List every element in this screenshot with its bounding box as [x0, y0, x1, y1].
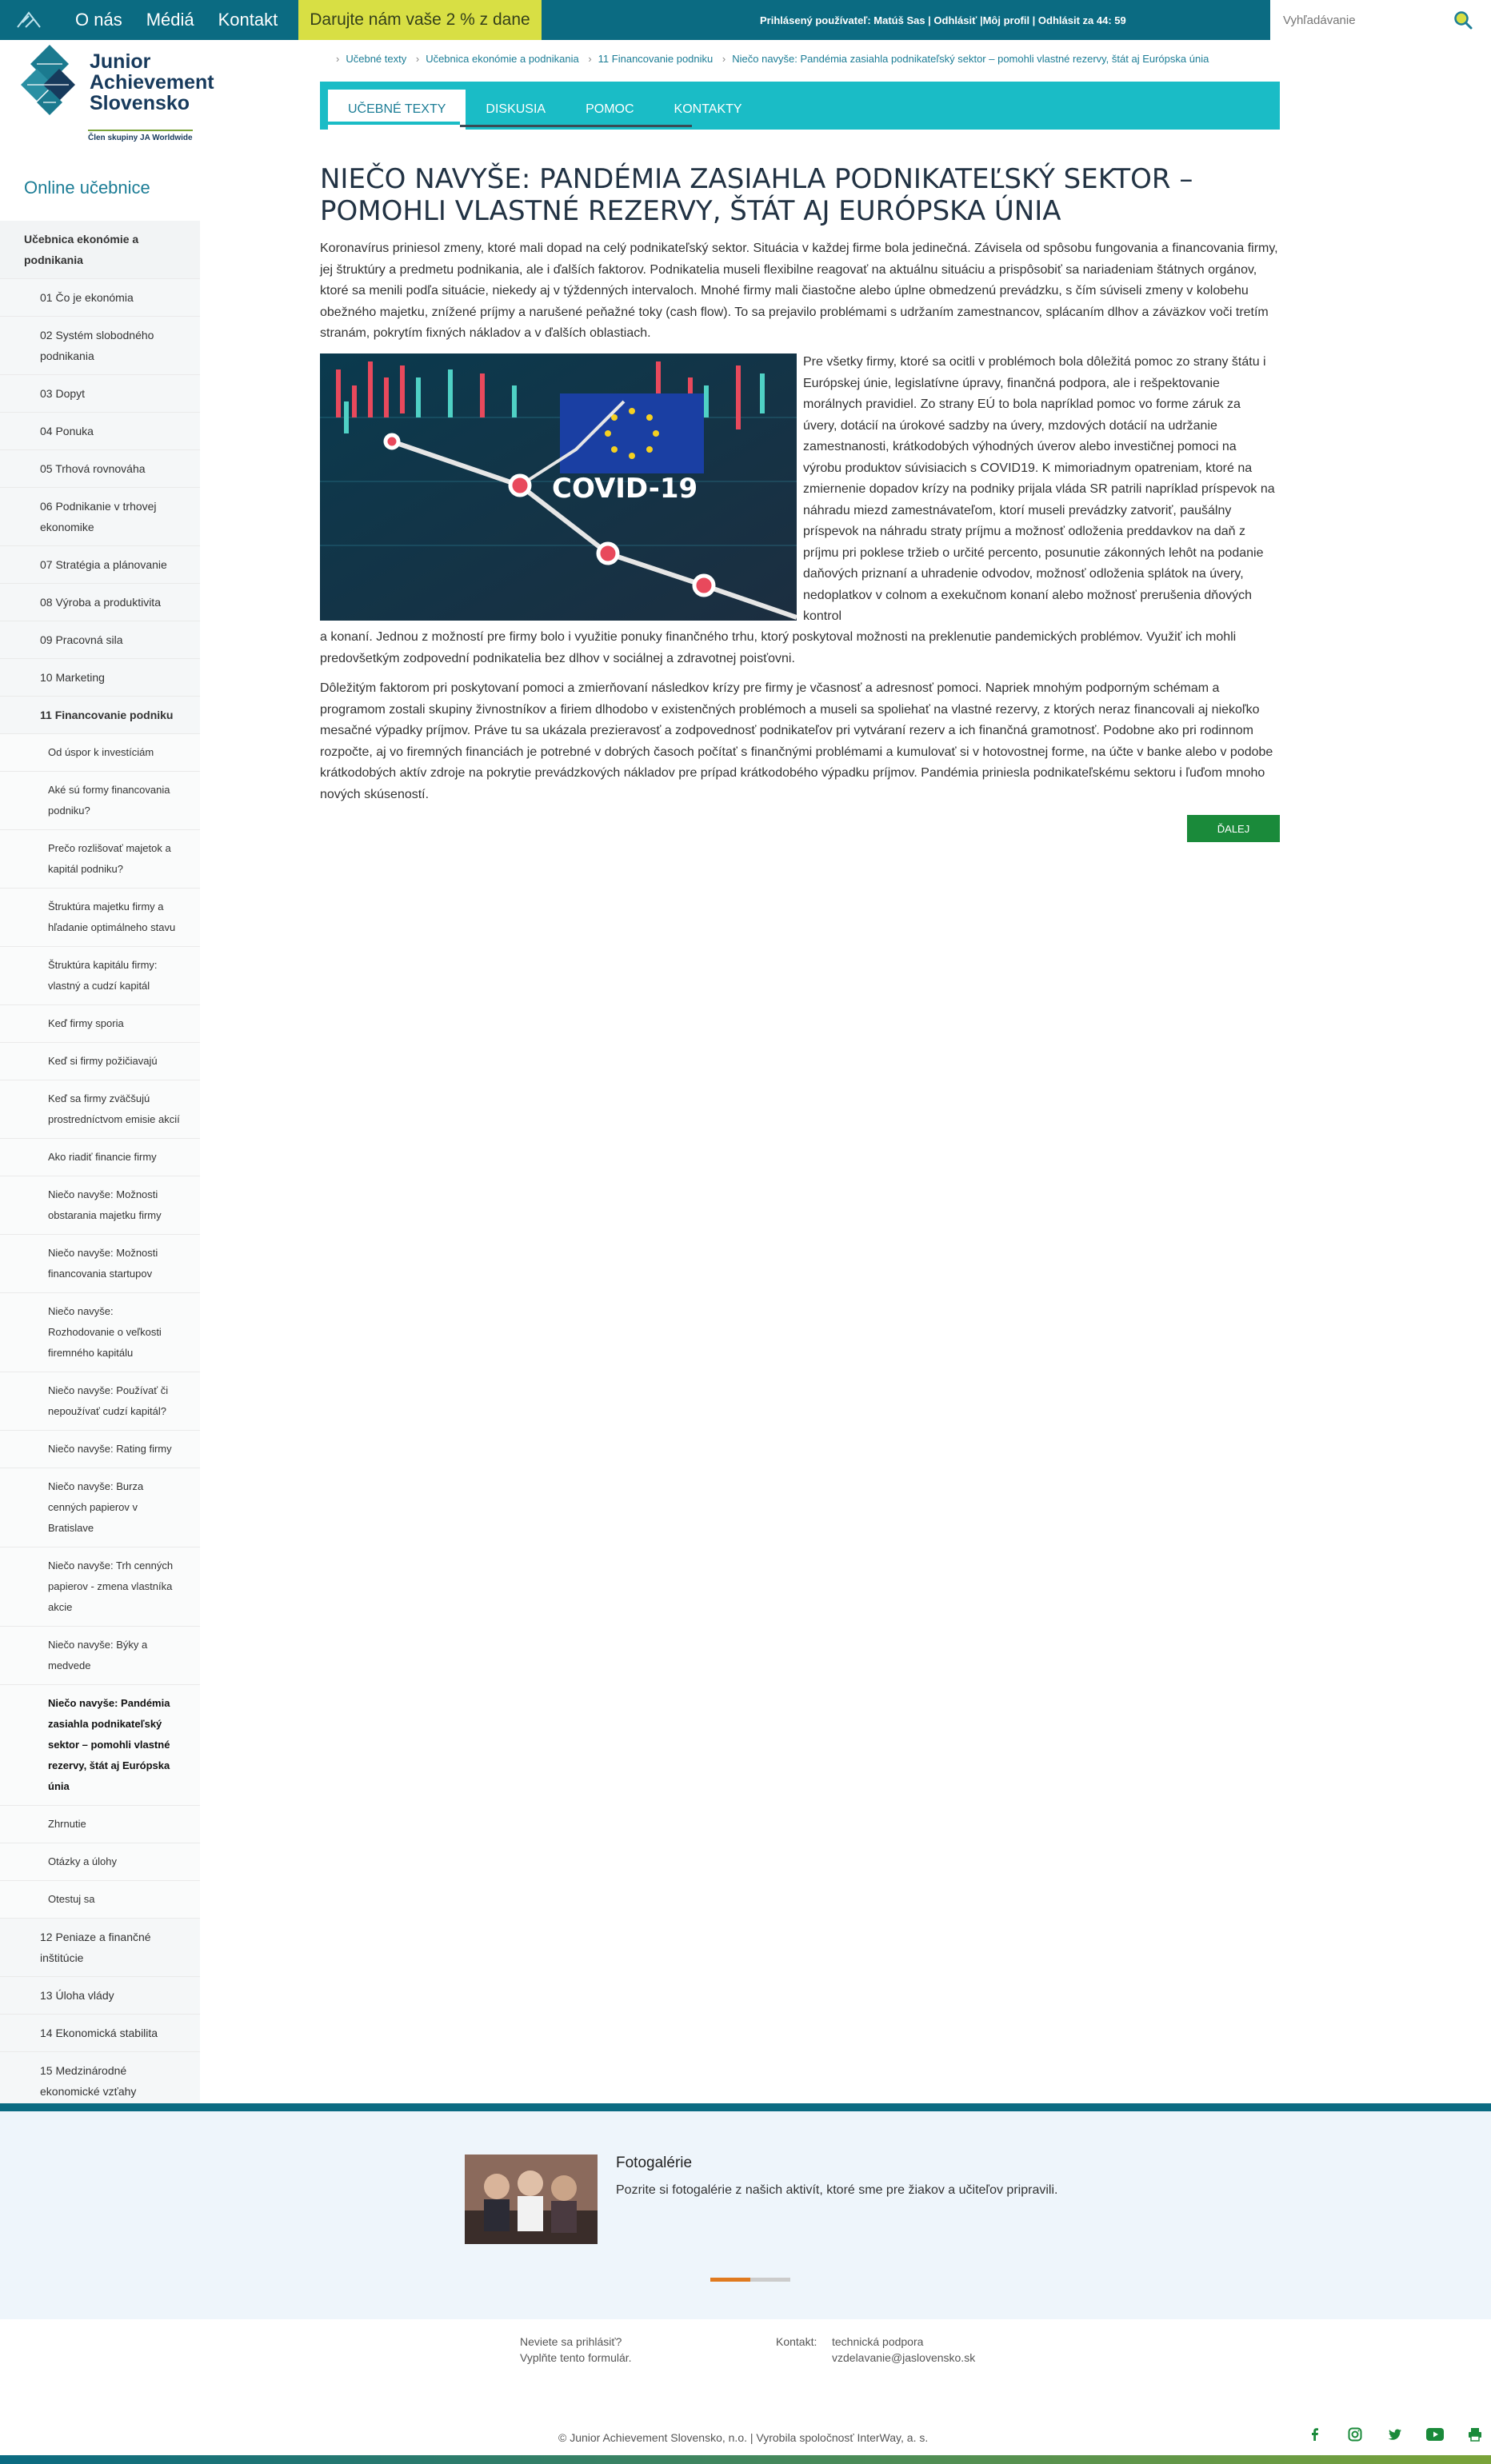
- sidebar-subitem[interactable]: Niečo navyše: Možnosti obstarania majetk…: [0, 1176, 200, 1235]
- gallery-slider[interactable]: [710, 2278, 790, 2282]
- tab-contacts[interactable]: Kontakty: [654, 90, 762, 130]
- login-help[interactable]: Neviete sa prihlásiť? Vyplňte tento form…: [520, 2334, 632, 2366]
- sidebar-subitem[interactable]: Štruktúra majetku firmy a hľadanie optim…: [0, 889, 200, 947]
- contact-label: Kontakt:: [776, 2335, 817, 2348]
- sidebar-item-chapter[interactable]: 08 Výroba a produktivita: [0, 584, 200, 621]
- top-bar: O nás Médiá Kontakt Darujte nám vaše 2 %…: [0, 0, 1491, 40]
- active-tab-indicator: [328, 122, 460, 125]
- footer-stripe: [0, 2103, 1491, 2111]
- sidebar-subitem[interactable]: Niečo navyše: Používať či nepoužívať cud…: [0, 1372, 200, 1431]
- user-info[interactable]: Prihlásený používateľ: Matúš Sas | Odhlá…: [760, 14, 1126, 26]
- donate-banner[interactable]: Darujte nám vaše 2 % z dane: [298, 0, 542, 40]
- sidebar-subitem[interactable]: Niečo navyše: Rozhodovanie o veľkosti fi…: [0, 1293, 200, 1372]
- gallery-description: Pozrite si fotogalérie z našich aktivít,…: [616, 2183, 1058, 2197]
- sidebar-item-chapter[interactable]: 12 Peniaze a finančné inštitúcie: [0, 1919, 200, 1977]
- sidebar-subitem[interactable]: Niečo navyše: Burza cenných papierov v B…: [0, 1468, 200, 1547]
- breadcrumb: › Učebné texty › Učebnica ekonómie a podni…: [336, 53, 1209, 65]
- covid-image: COVID-19: [320, 353, 797, 621]
- bottom-bar: [0, 2455, 1491, 2464]
- gallery-title[interactable]: Fotogalérie: [616, 2155, 692, 2172]
- sidebar-subitem[interactable]: Prečo rozlišovať majetok a kapitál podni…: [0, 830, 200, 889]
- sidebar-subitem[interactable]: Niečo navyše: Býky a medvede: [0, 1627, 200, 1685]
- content-tabs: Učebné texty Diskusia Pomoc Kontakty: [320, 82, 1280, 130]
- sidebar-item-chapter[interactable]: 09 Pracovná sila: [0, 621, 200, 659]
- sidebar-subitem[interactable]: Otázky a úlohy: [0, 1843, 200, 1881]
- sidebar-item-chapter[interactable]: 06 Podnikanie v trhovej ekonomike: [0, 488, 200, 546]
- contact-info[interactable]: technická podpora vzdelavanie@jaslovensk…: [832, 2334, 975, 2366]
- sidebar-section[interactable]: Učebnica ekonómie a podnikania: [0, 221, 200, 279]
- tab-help[interactable]: Pomoc: [566, 90, 654, 130]
- footer-gallery-band: [0, 2111, 1491, 2319]
- sidebar-item-chapter[interactable]: 07 Stratégia a plánovanie: [0, 546, 200, 584]
- search-input[interactable]: [1283, 13, 1435, 27]
- article-paragraph: Koronavírus priniesol zmeny, ktoré mali …: [320, 242, 1278, 340]
- sidebar-item-chapter[interactable]: 10 Marketing: [0, 659, 200, 697]
- copyright: © Junior Achievement Slovensko, n.o. | V…: [558, 2431, 929, 2444]
- brand-logo[interactable]: Junior Achievement Slovensko Člen skupin…: [18, 24, 214, 160]
- sidebar-subitem[interactable]: Aké sú formy financovania podniku?: [0, 772, 200, 830]
- sidebar-subitem[interactable]: Zhrnutie: [0, 1806, 200, 1843]
- sidebar-subitem-current[interactable]: Niečo navyše: Pandémia zasiahla podnikat…: [0, 1685, 200, 1806]
- sidebar-subitem[interactable]: Niečo navyše: Trh cenných papierov - zme…: [0, 1547, 200, 1627]
- youtube-icon[interactable]: [1424, 2423, 1446, 2446]
- sidebar-subitem[interactable]: Niečo navyše: Rating firmy: [0, 1431, 200, 1468]
- breadcrumb-item[interactable]: Niečo navyše: Pandémia zasiahla podnikat…: [732, 53, 1209, 65]
- sidebar-item-chapter[interactable]: 15 Medzinárodné ekonomické vzťahy: [0, 2052, 200, 2111]
- gallery-slider-fill: [710, 2278, 750, 2282]
- breadcrumb-item[interactable]: Učebnica ekonómie a podnikania: [426, 53, 579, 65]
- article-paragraph: Pre všetky firmy, ktoré sa ocitli v prob…: [803, 355, 1275, 623]
- facebook-icon[interactable]: [1304, 2423, 1326, 2446]
- sidebar-item-chapter[interactable]: 14 Ekonomická stabilita: [0, 2015, 200, 2052]
- print-icon[interactable]: [1464, 2423, 1486, 2446]
- breadcrumb-item[interactable]: 11 Financovanie podniku: [598, 53, 714, 65]
- sidebar-menu: Učebnica ekonómie a podnikania 01 Čo je e…: [0, 221, 200, 2148]
- twitter-icon[interactable]: [1384, 2423, 1406, 2446]
- tab-discussion[interactable]: Diskusia: [466, 90, 566, 130]
- sidebar-subitem[interactable]: Keď firmy sporia: [0, 1005, 200, 1043]
- sidebar-item-chapter[interactable]: 01 Čo je ekonómia: [0, 279, 200, 317]
- brand-tagline: Člen skupiny JA Worldwide: [88, 130, 193, 142]
- search-icon[interactable]: [1453, 10, 1473, 30]
- search-box: [1270, 0, 1491, 40]
- image-label: COVID-19: [552, 473, 698, 505]
- article-paragraph: a konaní. Jednou z možností pre firmy bo…: [320, 630, 1237, 665]
- next-button[interactable]: Ďalej: [1187, 815, 1280, 842]
- page-title: NIEČO NAVYŠE: PANDÉMIA ZASIAHLA PODNIKAT…: [320, 163, 1193, 227]
- sidebar-item-chapter[interactable]: 04 Ponuka: [0, 413, 200, 450]
- sidebar-subitem[interactable]: Keď si firmy požičiavajú: [0, 1043, 200, 1080]
- sidebar-item-active-chapter[interactable]: 11 Financovanie podniku: [0, 697, 200, 734]
- sidebar-subitem[interactable]: Otestuj sa: [0, 1881, 200, 1919]
- sidebar-item-chapter[interactable]: 13 Úloha vlády: [0, 1977, 200, 2015]
- sidebar-subitem[interactable]: Keď sa firmy zväčšujú prostredníctvom em…: [0, 1080, 200, 1139]
- sidebar-item-chapter[interactable]: 05 Trhová rovnováha: [0, 450, 200, 488]
- sidebar-title[interactable]: Online učebnice: [24, 178, 150, 198]
- sidebar-item-chapter[interactable]: 02 Systém slobodného podnikania: [0, 317, 200, 375]
- sidebar-subitem[interactable]: Štruktúra kapitálu firmy: vlastný a cudz…: [0, 947, 200, 1005]
- sidebar-subitem[interactable]: Niečo navyše: Možnosti financovania star…: [0, 1235, 200, 1293]
- article-paragraph: Dôležitým faktorom pri poskytovaní pomoc…: [320, 681, 1273, 801]
- sidebar-subitem[interactable]: Ako riadiť financie firmy: [0, 1139, 200, 1176]
- brand-logo-icon: [21, 45, 75, 115]
- nav-contact[interactable]: Kontakt: [218, 10, 278, 30]
- gallery-thumbnail[interactable]: [465, 2155, 598, 2244]
- tabs-underline: [460, 125, 692, 127]
- instagram-icon[interactable]: [1344, 2423, 1366, 2446]
- brand-name: Junior Achievement Slovensko: [90, 50, 214, 114]
- sidebar-item-chapter[interactable]: 03 Dopyt: [0, 375, 200, 413]
- breadcrumb-item[interactable]: Učebné texty: [346, 53, 406, 65]
- sidebar-subitem[interactable]: Od úspor k investíciám: [0, 734, 200, 772]
